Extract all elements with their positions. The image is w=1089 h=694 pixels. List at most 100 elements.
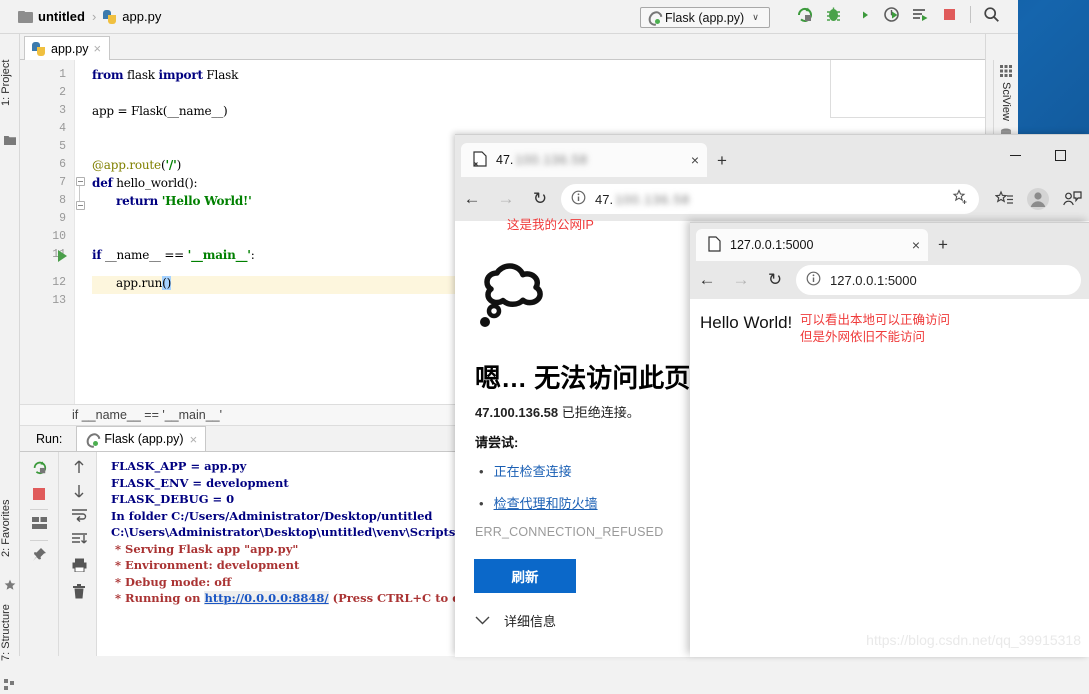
editor-tabbar: app.py × bbox=[20, 34, 985, 60]
run-tab-flask[interactable]: Flask (app.py) × bbox=[76, 426, 207, 451]
stop-icon[interactable] bbox=[941, 6, 958, 23]
refresh-button[interactable]: 刷新 bbox=[474, 559, 576, 593]
line-number: 1 bbox=[59, 68, 66, 81]
minimize-button[interactable] bbox=[993, 141, 1038, 169]
line-number: 10 bbox=[52, 230, 66, 243]
clear-all-icon[interactable] bbox=[72, 584, 86, 599]
favorite-star-icon[interactable] bbox=[952, 189, 969, 209]
browser2-navbar: ← → ↻ 127.0.0.1:5000 bbox=[690, 261, 1089, 299]
address-bar[interactable]: 127.0.0.1:5000 bbox=[796, 265, 1081, 295]
rerun-icon[interactable] bbox=[32, 460, 47, 475]
editor-fold-column[interactable] bbox=[75, 60, 92, 404]
browser2-chrome: 127.0.0.1:5000 × + ← → ↻ 127.0.0.1:5000 bbox=[690, 223, 1089, 299]
ide-toolbar-icons bbox=[796, 6, 1000, 23]
line-number: 4 bbox=[59, 122, 66, 135]
close-icon[interactable]: × bbox=[912, 237, 920, 253]
profile-icon[interactable] bbox=[1021, 182, 1055, 216]
forward-icon[interactable]: → bbox=[724, 263, 758, 297]
browser-window-localhost: 127.0.0.1:5000 × + ← → ↻ 127.0.0.1:5000 … bbox=[690, 222, 1089, 657]
scroll-to-end-icon[interactable] bbox=[72, 532, 87, 546]
bullet-icon: • bbox=[479, 496, 484, 511]
run-with-console-icon[interactable] bbox=[912, 6, 929, 23]
fold-toggle-icon[interactable] bbox=[76, 201, 85, 210]
soft-wrap-icon[interactable] bbox=[72, 508, 87, 523]
code-line-7: def hello_world(): bbox=[92, 176, 198, 190]
details-label: 详细信息 bbox=[504, 614, 557, 629]
reload-icon[interactable]: ↻ bbox=[758, 263, 792, 297]
browser2-tabstrip: 127.0.0.1:5000 × + bbox=[690, 223, 1089, 261]
sidebar-item-structure[interactable]: 7: Structure bbox=[0, 594, 20, 672]
address-text: 127.0.0.1:5000 bbox=[830, 272, 917, 288]
share-icon[interactable] bbox=[1055, 182, 1089, 216]
left-tool-strip: 1: Project 2: Favorites 7: Structure bbox=[0, 34, 20, 690]
breadcrumb-file[interactable]: app.py bbox=[122, 9, 161, 24]
python-file-icon bbox=[103, 9, 117, 24]
browser1-chrome: 47. 100.136.58 × + ← → ↻ 47. 100.136.58 bbox=[455, 135, 1089, 221]
flask-config-icon bbox=[647, 11, 660, 24]
reload-icon[interactable]: ↻ bbox=[523, 182, 557, 216]
editor-tab-app-py[interactable]: app.py × bbox=[24, 36, 111, 60]
address-bar[interactable]: 47. 100.136.58 bbox=[561, 184, 979, 214]
sidebar-item-project[interactable]: 1: Project bbox=[0, 48, 20, 118]
code-line-8: return 'Hello World!' bbox=[116, 194, 252, 208]
search-icon[interactable] bbox=[983, 6, 1000, 23]
run-label: Run: bbox=[36, 431, 63, 446]
browser1-tab-title: 47. 100.136.58 bbox=[496, 153, 691, 167]
print-icon[interactable] bbox=[72, 558, 87, 573]
line-number: 12 bbox=[52, 276, 66, 289]
code-line-12: app.run() bbox=[116, 276, 172, 290]
rerun-icon[interactable] bbox=[796, 6, 813, 23]
back-icon[interactable]: ← bbox=[690, 263, 724, 297]
python-file-icon bbox=[32, 41, 46, 56]
back-icon[interactable]: ← bbox=[455, 182, 489, 216]
browser1-tab[interactable]: 47. 100.136.58 × bbox=[461, 143, 707, 177]
pin-icon[interactable] bbox=[32, 547, 47, 562]
new-tab-button[interactable]: + bbox=[938, 235, 948, 255]
editor-gutter[interactable]: 1 2 3 4 5 6 7 8 9 10 11 12 13 bbox=[20, 60, 75, 404]
error-subtitle-rest: 已拒绝连接。 bbox=[558, 405, 640, 420]
run-coverage-icon[interactable] bbox=[854, 6, 871, 23]
collections-icon[interactable] bbox=[987, 182, 1021, 216]
sciview-tool-tab[interactable]: SciView bbox=[993, 60, 1018, 145]
site-info-icon[interactable] bbox=[571, 190, 586, 208]
project-folder-icon[interactable] bbox=[4, 134, 16, 146]
star-icon[interactable] bbox=[4, 579, 16, 591]
profile-icon[interactable] bbox=[883, 6, 900, 23]
stop-icon[interactable] bbox=[32, 487, 46, 501]
site-info-icon[interactable] bbox=[806, 271, 821, 289]
code-line-11: if __name__ == '__main__': bbox=[92, 248, 255, 262]
fold-toggle-icon[interactable] bbox=[76, 177, 85, 186]
scroll-up-icon[interactable] bbox=[72, 460, 86, 474]
scroll-down-icon[interactable] bbox=[72, 484, 86, 498]
error-suggestion-2[interactable]: • 检查代理和防火墙 bbox=[479, 493, 598, 512]
chevron-down-icon: ∨ bbox=[752, 12, 759, 22]
error-suggestion-1-link[interactable]: 正在检查连接 bbox=[494, 464, 572, 479]
code-line-1: from flask import Flask bbox=[92, 68, 239, 82]
browser2-tab[interactable]: 127.0.0.1:5000 × bbox=[696, 229, 928, 261]
annotation-localhost: 可以看出本地可以正确访问 但是外网依旧不能访问 bbox=[800, 313, 951, 344]
browser1-tabstrip: 47. 100.136.58 × + bbox=[455, 135, 1089, 177]
server-url-link[interactable]: http://0.0.0.0:8848/ bbox=[204, 591, 329, 605]
line-number: 6 bbox=[59, 158, 66, 171]
error-suggestion-2-link[interactable]: 检查代理和防火墙 bbox=[494, 496, 598, 511]
error-suggestion-1[interactable]: • 正在检查连接 bbox=[479, 461, 572, 480]
layout-icon[interactable] bbox=[32, 517, 47, 532]
broken-page-icon bbox=[473, 150, 487, 170]
close-icon[interactable]: × bbox=[94, 41, 102, 56]
structure-icon[interactable] bbox=[4, 679, 16, 691]
details-toggle[interactable]: 详细信息 bbox=[475, 611, 556, 630]
run-configuration-selector[interactable]: Flask (app.py) ∨ bbox=[640, 7, 770, 28]
forward-icon[interactable]: → bbox=[489, 182, 523, 216]
cloud-thought-icon bbox=[475, 251, 555, 329]
close-icon[interactable]: × bbox=[691, 152, 699, 168]
line-number: 8 bbox=[59, 194, 66, 207]
close-icon[interactable]: × bbox=[190, 432, 198, 447]
debug-icon[interactable] bbox=[825, 6, 842, 23]
maximize-button[interactable] bbox=[1038, 141, 1083, 169]
error-ip: 47.100.136.58 bbox=[475, 405, 559, 420]
new-tab-button[interactable]: + bbox=[717, 151, 727, 171]
run-gutter-arrow-icon[interactable] bbox=[58, 250, 67, 262]
breadcrumb-project[interactable]: untitled bbox=[38, 9, 85, 24]
sidebar-item-favorites[interactable]: 2: Favorites bbox=[0, 489, 20, 567]
line-number: 5 bbox=[59, 140, 66, 153]
